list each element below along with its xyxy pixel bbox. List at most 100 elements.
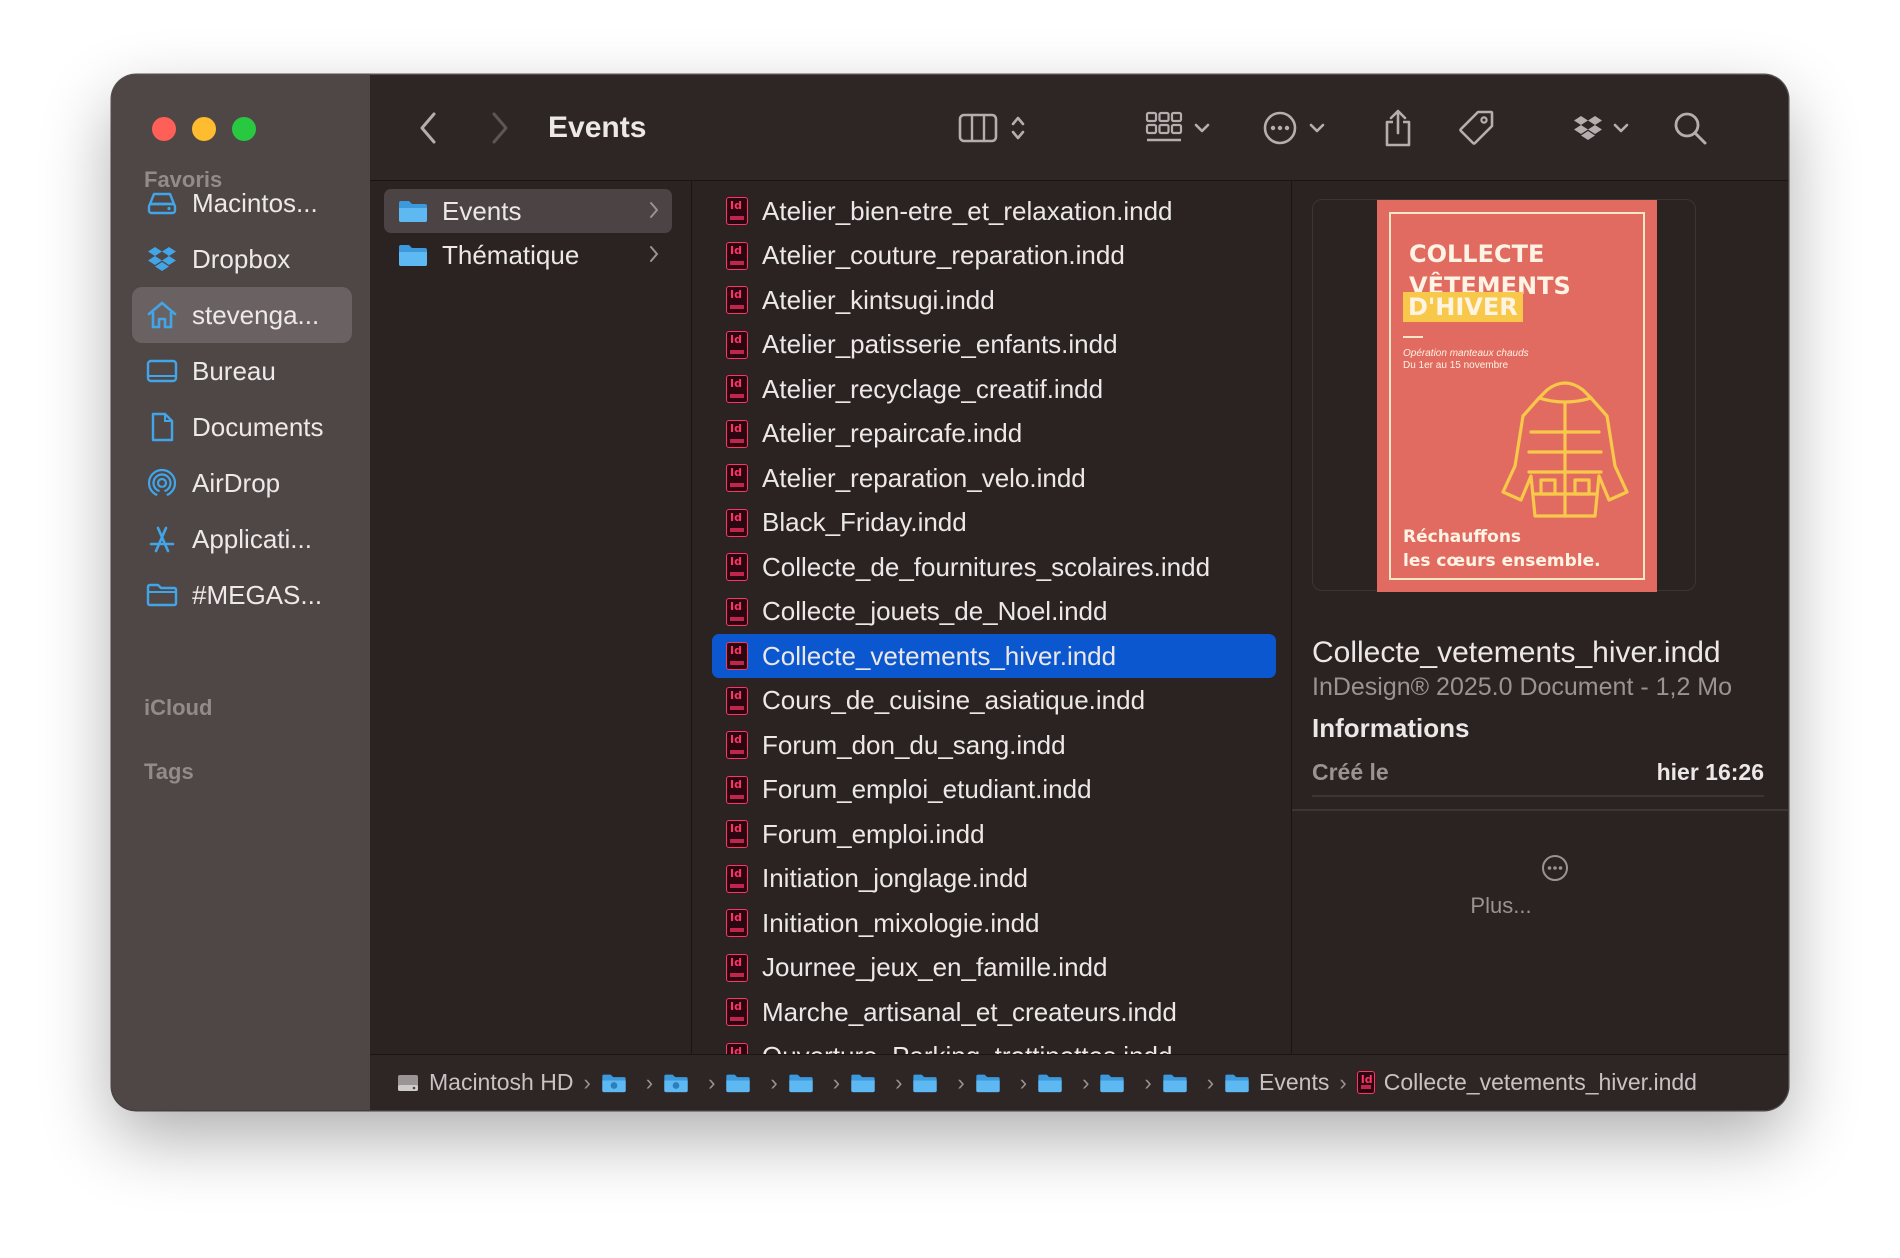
folder-icon <box>850 1073 876 1093</box>
path-segment-folder[interactable]: › <box>760 1070 822 1096</box>
group-button[interactable] <box>1138 105 1218 151</box>
chevron-updown-icon <box>1011 116 1025 140</box>
folder-item-events[interactable]: Events <box>384 189 672 233</box>
file-item[interactable]: Atelier_repaircafe.indd <box>712 412 1276 456</box>
sidebar-item-applications[interactable]: Applicati... <box>132 511 352 567</box>
file-item-label: Initiation_jonglage.indd <box>762 863 1028 893</box>
sidebar-item-documents[interactable]: Documents <box>132 399 352 455</box>
path-segment-folder[interactable]: › <box>573 1070 635 1096</box>
main-area: Events Events Thématique Id Atelier_bien… <box>370 75 1788 1110</box>
sidebar-item-megas[interactable]: #MEGAS... <box>132 567 352 623</box>
search-icon <box>1674 112 1707 145</box>
document-icon <box>146 411 178 443</box>
indesign-file-icon <box>726 197 748 225</box>
tag-button[interactable] <box>1454 105 1498 151</box>
applications-icon <box>146 523 178 555</box>
preview-thumbnail: COLLECTE VÊTEMENTS D'HIVER Opération man… <box>1312 199 1696 592</box>
dropbox-icon <box>146 243 178 275</box>
file-item[interactable]: Marche_artisanal_et_createurs.indd <box>712 990 1276 1034</box>
folder-icon <box>725 1073 751 1093</box>
file-item[interactable]: Forum_emploi.indd <box>712 812 1276 856</box>
view-mode-button[interactable] <box>948 105 1036 151</box>
chevron-down-icon <box>1613 123 1629 133</box>
path-segment-folder[interactable]: › <box>1010 1070 1072 1096</box>
more-button[interactable]: Plus... <box>1292 893 1710 919</box>
path-separator: › <box>583 1069 591 1095</box>
path-separator: › <box>957 1069 965 1095</box>
file-item[interactable]: Forum_don_du_sang.indd <box>712 723 1276 767</box>
share-button[interactable] <box>1378 105 1418 151</box>
file-item[interactable]: Atelier_couture_reparation.indd <box>712 234 1276 278</box>
file-item[interactable]: Atelier_patisserie_enfants.indd <box>712 323 1276 367</box>
path-segment-folder[interactable]: › <box>947 1070 1009 1096</box>
path-segment-folder[interactable]: › <box>1134 1070 1196 1096</box>
file-item-label: Atelier_bien-etre_et_relaxation.indd <box>762 195 1173 226</box>
sidebar-item-label: stevenga... <box>192 299 320 330</box>
file-item[interactable]: Black_Friday.indd <box>712 501 1276 545</box>
close-button[interactable] <box>152 117 176 141</box>
dropbox-button[interactable] <box>1568 105 1634 151</box>
file-item[interactable]: Journee_jeux_en_famille.indd <box>712 946 1276 990</box>
file-item[interactable]: Collecte_jouets_de_Noel.indd <box>712 590 1276 634</box>
back-button[interactable] <box>408 105 448 151</box>
file-item[interactable]: Atelier_recyclage_creatif.indd <box>712 367 1276 411</box>
sidebar-item-home[interactable]: stevenga... <box>132 287 352 343</box>
indesign-file-icon <box>726 686 748 715</box>
minimize-button[interactable] <box>192 117 216 141</box>
chevron-left-icon <box>420 112 436 144</box>
path-segment-folder[interactable]: › <box>885 1070 947 1096</box>
file-item[interactable]: Atelier_bien-etre_et_relaxation.indd <box>712 189 1276 233</box>
drive-icon <box>146 187 178 219</box>
indesign-file-icon <box>726 597 748 626</box>
sidebar-item-bureau[interactable]: Bureau <box>132 343 352 399</box>
file-item-label: Atelier_patisserie_enfants.indd <box>762 329 1118 359</box>
path-segment-folder[interactable]: › <box>823 1070 885 1096</box>
indesign-file-icon <box>726 953 748 982</box>
path-segment-folder[interactable]: › <box>698 1070 760 1096</box>
drive-icon <box>396 1072 420 1094</box>
preview-pane: COLLECTE VÊTEMENTS D'HIVER Opération man… <box>1292 181 1788 1054</box>
file-item-label: Journee_jeux_en_famille.indd <box>762 952 1108 982</box>
file-item[interactable]: Atelier_kintsugi.indd <box>712 278 1276 322</box>
created-label: Créé le <box>1312 759 1389 785</box>
sidebar-item-macintosh[interactable]: Macintos... <box>132 175 352 231</box>
path-segment-folder[interactable]: › <box>1072 1070 1134 1096</box>
search-button[interactable] <box>1668 105 1712 151</box>
folder-icon <box>1099 1073 1125 1093</box>
window-title: Events <box>548 111 647 144</box>
file-item[interactable]: Initiation_mixologie.indd <box>712 901 1276 945</box>
sidebar-section-tags[interactable]: Tags <box>144 759 194 785</box>
file-item[interactable]: Collecte_vetements_hiver.indd <box>712 634 1276 678</box>
file-item-label: Atelier_recyclage_creatif.indd <box>762 373 1104 404</box>
sidebar-section-icloud[interactable]: iCloud <box>144 695 212 721</box>
file-item[interactable]: Collecte_de_fournitures_scolaires.indd <box>712 545 1276 589</box>
indesign-file-icon <box>726 508 748 537</box>
file-item[interactable]: Forum_emploi_etudiant.indd <box>712 768 1276 812</box>
path-segment-events[interactable]: › Events <box>1197 1069 1330 1096</box>
action-button[interactable] <box>1258 105 1330 151</box>
file-item[interactable]: Initiation_jonglage.indd <box>712 857 1276 901</box>
sidebar-item-airdrop[interactable]: AirDrop <box>132 455 352 511</box>
file-item-label: Forum_emploi.indd <box>762 818 985 849</box>
preview-file-kind: InDesign® 2025.0 Document - 1,2 Mo <box>1312 673 1733 701</box>
more-icon[interactable] <box>1540 853 1570 883</box>
file-item-label: Ouverture_Parking_trottinettes.indd <box>762 1041 1172 1054</box>
path-segment-root[interactable]: Macintosh HD <box>396 1069 573 1096</box>
file-item[interactable]: Atelier_reparation_velo.indd <box>712 456 1276 500</box>
path-segment-file[interactable]: › Collecte_vetements_hiver.indd <box>1329 1069 1697 1096</box>
section-divider <box>1292 809 1788 811</box>
path-separator: › <box>1339 1069 1347 1095</box>
path-segment-label: Collecte_vetements_hiver.indd <box>1383 1069 1697 1095</box>
folder-item-thematique[interactable]: Thématique <box>384 233 672 277</box>
file-item[interactable]: Ouverture_Parking_trottinettes.indd <box>712 1035 1276 1054</box>
home-icon <box>146 299 178 331</box>
sidebar: Favoris Macintos... Dropbox stevenga... … <box>112 75 370 1110</box>
sidebar-item-dropbox[interactable]: Dropbox <box>132 231 352 287</box>
file-item[interactable]: Cours_de_cuisine_asiatique.indd <box>712 679 1276 723</box>
forward-button[interactable] <box>480 105 520 151</box>
info-divider <box>1312 795 1764 797</box>
columns-view-icon <box>958 113 998 143</box>
zoom-button[interactable] <box>232 117 256 141</box>
path-bar: Macintosh HD › › › › › › › › › › › Events › Colle… <box>370 1054 1788 1110</box>
path-segment-folder[interactable]: › <box>636 1070 698 1096</box>
